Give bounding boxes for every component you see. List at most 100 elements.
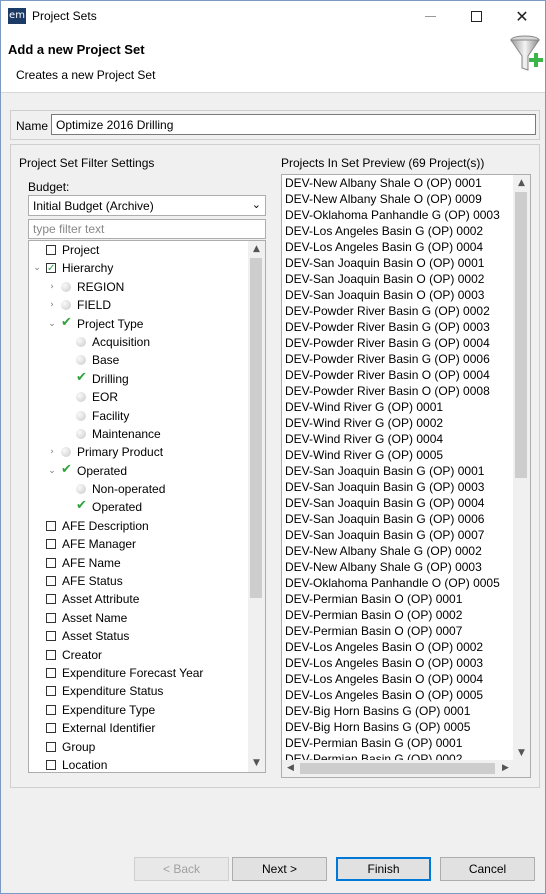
scroll-down-icon[interactable]: ▼ (248, 755, 265, 772)
tree-item[interactable]: Group (29, 738, 249, 756)
checkbox-icon[interactable] (46, 612, 56, 623)
tree-item[interactable]: ⌄ ✔ Project Type (29, 315, 249, 333)
tree-item[interactable]: › FIELD (29, 296, 249, 314)
preview-list-item[interactable]: DEV-San Joaquin Basin G (OP) 0004 (282, 495, 514, 511)
checkbox-icon[interactable] (46, 649, 56, 660)
checkbox-icon[interactable] (46, 594, 56, 605)
tree-item[interactable]: › REGION (29, 278, 249, 296)
preview-list-item[interactable]: DEV-Wind River G (OP) 0001 (282, 399, 514, 415)
preview-list-item[interactable]: DEV-New Albany Shale G (OP) 0003 (282, 559, 514, 575)
preview-list-item[interactable]: DEV-New Albany Shale O (OP) 0009 (282, 191, 514, 207)
checkbox-icon[interactable] (46, 723, 56, 734)
preview-list-item[interactable]: DEV-Permian Basin O (OP) 0001 (282, 591, 514, 607)
preview-list-item[interactable]: DEV-Los Angeles Basin G (OP) 0002 (282, 223, 514, 239)
preview-list-item[interactable]: DEV-San Joaquin Basin G (OP) 0003 (282, 479, 514, 495)
tree-scroll-thumb[interactable] (250, 258, 262, 598)
tree-item[interactable]: Expenditure Forecast Year (29, 664, 249, 682)
preview-list-item[interactable]: DEV-Permian Basin O (OP) 0002 (282, 607, 514, 623)
tree-item[interactable]: External Identifier (29, 719, 249, 737)
minimize-button[interactable] (407, 1, 453, 32)
preview-list-item[interactable]: DEV-Powder River Basin G (OP) 0004 (282, 335, 514, 351)
unselected-dot-icon[interactable] (76, 410, 86, 421)
unselected-dot-icon[interactable] (76, 336, 86, 347)
tree-item[interactable]: AFE Name (29, 554, 249, 572)
preview-list-item[interactable]: DEV-San Joaquin Basin O (OP) 0002 (282, 271, 514, 287)
budget-dropdown[interactable]: Initial Budget (Archive) ⌄ (28, 195, 266, 216)
preview-list-item[interactable]: DEV-New Albany Shale O (OP) 0001 (282, 175, 514, 191)
tree-item[interactable]: ⌄ Hierarchy (29, 259, 249, 278)
preview-list-item[interactable]: DEV-Wind River G (OP) 0005 (282, 447, 514, 463)
back-button[interactable]: < Back (134, 857, 229, 881)
preview-horizontal-scrollbar[interactable]: ◀ ▶ (282, 760, 514, 777)
preview-list-item[interactable]: DEV-Powder River Basin G (OP) 0006 (282, 351, 514, 367)
preview-list-item[interactable]: DEV-Powder River Basin O (OP) 0008 (282, 383, 514, 399)
tree-item[interactable]: AFE Status (29, 572, 249, 590)
checkbox-icon[interactable] (46, 704, 56, 715)
expand-open-icon[interactable]: ⌄ (47, 315, 57, 333)
scroll-up-icon[interactable]: ▲ (513, 175, 530, 192)
preview-list-item[interactable]: DEV-Oklahoma Panhandle G (OP) 0003 (282, 207, 514, 223)
tree-item[interactable]: Location (29, 756, 249, 772)
checkbox-icon[interactable] (46, 520, 56, 531)
unselected-dot-icon[interactable] (76, 428, 86, 439)
tree-item[interactable]: Creator (29, 646, 249, 664)
checkbox-icon[interactable] (46, 539, 56, 550)
expand-open-icon[interactable]: ⌄ (32, 259, 42, 277)
tree-item[interactable]: Base (29, 351, 249, 369)
unselected-dot-icon[interactable] (61, 300, 71, 311)
close-button[interactable]: ✕ (499, 1, 545, 32)
preview-list-item[interactable]: DEV-Big Horn Basins G (OP) 0005 (282, 719, 514, 735)
expand-closed-icon[interactable]: › (47, 278, 57, 296)
tree-item[interactable]: Asset Attribute (29, 590, 249, 608)
tree-item[interactable]: ✔ Operated (29, 498, 249, 516)
filter-text-input[interactable]: type filter text (28, 219, 266, 239)
checkbox-icon[interactable] (46, 741, 56, 752)
checkbox-icon[interactable] (46, 759, 56, 770)
preview-list-item[interactable]: DEV-San Joaquin Basin O (OP) 0001 (282, 255, 514, 271)
tree-item[interactable]: › Primary Product (29, 443, 249, 461)
preview-list-item[interactable]: DEV-San Joaquin Basin G (OP) 0006 (282, 511, 514, 527)
checkbox-icon[interactable] (46, 631, 56, 642)
unselected-dot-icon[interactable] (61, 281, 71, 292)
preview-list-item[interactable]: DEV-Los Angeles Basin O (OP) 0004 (282, 671, 514, 687)
green-check-icon[interactable]: ✔ (61, 314, 72, 332)
tree-item[interactable]: Asset Status (29, 627, 249, 645)
tree-item[interactable]: Expenditure Type (29, 701, 249, 719)
unselected-dot-icon[interactable] (76, 484, 86, 495)
tree-item[interactable]: EOR (29, 388, 249, 406)
checkbox-icon[interactable] (46, 576, 56, 587)
unselected-dot-icon[interactable] (61, 447, 71, 458)
expand-closed-icon[interactable]: › (47, 296, 57, 314)
scroll-up-icon[interactable]: ▲ (248, 241, 265, 258)
preview-list-item[interactable]: DEV-San Joaquin Basin G (OP) 0007 (282, 527, 514, 543)
preview-scroll-thumb[interactable] (515, 192, 527, 478)
tree-item[interactable]: Facility (29, 407, 249, 425)
tree-item[interactable]: Expenditure Status (29, 682, 249, 700)
preview-list-item[interactable]: DEV-Los Angeles Basin O (OP) 0003 (282, 655, 514, 671)
tree-item[interactable]: Project (29, 241, 249, 259)
preview-hscroll-thumb[interactable] (300, 763, 495, 774)
checkbox-icon[interactable] (46, 245, 56, 255)
preview-list-item[interactable]: DEV-Los Angeles Basin O (OP) 0005 (282, 687, 514, 703)
tree-item[interactable]: AFE Description (29, 517, 249, 535)
checkbox-checked-icon[interactable] (46, 260, 56, 278)
preview-list-item[interactable]: DEV-Permian Basin O (OP) 0007 (282, 623, 514, 639)
tree-item[interactable]: ⌄ ✔ Operated (29, 462, 249, 480)
tree-item[interactable]: Non-operated (29, 480, 249, 498)
preview-list-item[interactable]: DEV-Los Angeles Basin G (OP) 0004 (282, 239, 514, 255)
next-button[interactable]: Next > (232, 857, 327, 881)
preview-list-item[interactable]: DEV-Powder River Basin O (OP) 0004 (282, 367, 514, 383)
preview-vertical-scrollbar[interactable]: ▲ ▼ (513, 175, 530, 762)
finish-button[interactable]: Finish (336, 857, 431, 881)
tree-item[interactable]: Acquisition (29, 333, 249, 351)
tree-item[interactable]: ✔ Drilling (29, 370, 249, 388)
preview-list-item[interactable]: DEV-Los Angeles Basin O (OP) 0002 (282, 639, 514, 655)
tree-item[interactable]: Maintenance (29, 425, 249, 443)
cancel-button[interactable]: Cancel (440, 857, 535, 881)
checkbox-icon[interactable] (46, 667, 56, 678)
scroll-left-icon[interactable]: ◀ (282, 760, 299, 777)
scroll-right-icon[interactable]: ▶ (497, 760, 514, 777)
checkbox-icon[interactable] (46, 557, 56, 568)
preview-list-item[interactable]: DEV-Oklahoma Panhandle O (OP) 0005 (282, 575, 514, 591)
preview-list-item[interactable]: DEV-Wind River G (OP) 0004 (282, 431, 514, 447)
